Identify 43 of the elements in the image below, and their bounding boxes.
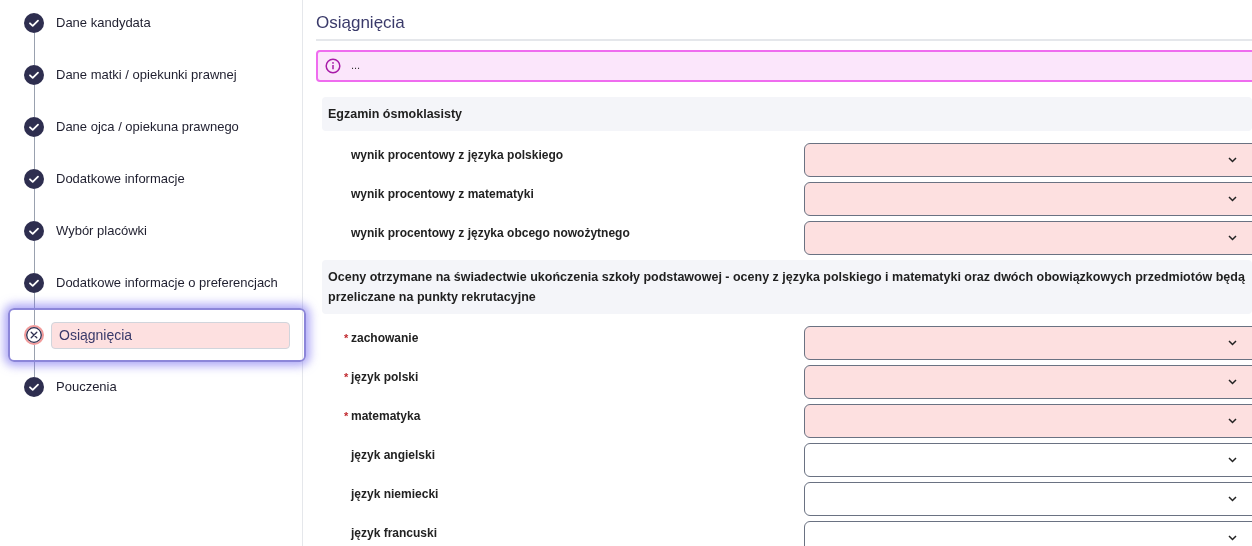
required-asterisk: *	[344, 408, 350, 424]
required-asterisk: *	[344, 369, 350, 385]
field-label: język niemiecki	[351, 485, 439, 503]
step-label[interactable]: Dane ojca / opiekuna prawnego	[51, 117, 239, 137]
select-field[interactable]	[804, 520, 1252, 546]
step-label[interactable]: Osiągnięcia	[51, 321, 290, 349]
select-field[interactable]	[804, 142, 1252, 177]
field-label: matematyka	[351, 407, 421, 425]
chevron-down-icon	[1228, 234, 1237, 241]
select-field[interactable]	[804, 325, 1252, 360]
select-field[interactable]	[804, 364, 1252, 399]
select-field[interactable]	[804, 481, 1252, 516]
step-label[interactable]: Wybór placówki	[51, 221, 147, 241]
chevron-down-icon	[1228, 456, 1237, 463]
field-label: wynik procentowy z języka polskiego	[351, 146, 564, 164]
field-label: wynik procentowy z matematyki	[351, 185, 534, 203]
select-field[interactable]	[804, 181, 1252, 216]
section-header: Oceny otrzymane na świadectwie ukończenia szkoły podstawowej - oceny z języka polskiego i matematyki oraz dwóch obowiązkowych przedmiotów będą przeliczane na punkty rekrutacyjne	[322, 259, 1252, 314]
chevron-down-icon	[1228, 495, 1237, 502]
step-label[interactable]: Dodatkowe informacje	[51, 169, 185, 189]
info-text: ...	[351, 58, 361, 74]
field-label: język angielski	[351, 446, 436, 464]
field-label: język polski	[351, 368, 419, 386]
chevron-down-icon	[1228, 156, 1237, 163]
step-label[interactable]: Pouczenia	[51, 377, 117, 397]
chevron-down-icon	[1228, 378, 1237, 385]
info-icon	[325, 57, 341, 74]
select-field[interactable]	[804, 403, 1252, 438]
step-label[interactable]: Dane matki / opiekunki prawnej	[51, 65, 237, 85]
field-label: język francuski	[351, 524, 438, 542]
page-title: Osiągnięcia	[316, 12, 406, 34]
required-asterisk: *	[344, 330, 350, 346]
step-label[interactable]: Dodatkowe informacje o preferencjach	[51, 273, 278, 293]
field-label: wynik procentowy z języka obcego nowożytnego	[351, 224, 630, 242]
section-header: Egzamin ósmoklasisty	[322, 96, 1252, 131]
select-field[interactable]	[804, 442, 1252, 477]
chevron-down-icon	[1228, 417, 1237, 424]
chevron-down-icon	[1228, 339, 1237, 346]
step-label[interactable]: Dane kandydata	[51, 13, 151, 33]
chevron-down-icon	[1228, 195, 1237, 202]
select-field[interactable]	[804, 220, 1252, 255]
chevron-down-icon	[1228, 534, 1237, 541]
field-label: zachowanie	[351, 329, 419, 347]
